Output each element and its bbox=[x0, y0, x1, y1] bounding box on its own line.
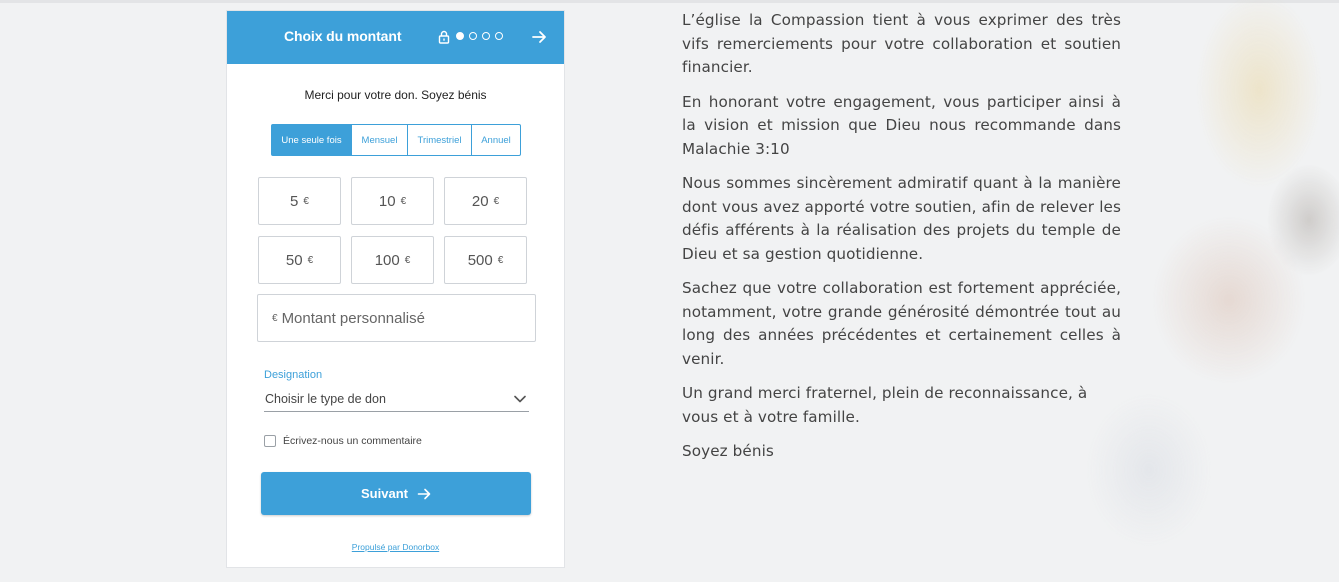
amount-option[interactable]: 20 € bbox=[444, 177, 527, 225]
step-indicator bbox=[456, 32, 503, 40]
widget-header: Choix du montant bbox=[227, 11, 564, 64]
custom-amount-placeholder: Montant personnalisé bbox=[281, 309, 425, 327]
frequency-option[interactable]: Annuel bbox=[472, 125, 520, 155]
amount-currency: € bbox=[404, 254, 411, 266]
step-dot bbox=[495, 32, 503, 40]
frequency-option[interactable]: Une seule fois bbox=[272, 125, 352, 155]
amount-option[interactable]: 10 € bbox=[351, 177, 434, 225]
amount-option[interactable]: 100 € bbox=[351, 236, 434, 284]
powered-by-link[interactable]: Propulsé par Donorbox bbox=[227, 542, 564, 552]
amount-value: 50 bbox=[285, 251, 303, 269]
amount-grid: 5 €10 €20 €50 €100 €500 € bbox=[258, 177, 527, 284]
message-paragraph: En honorant votre engagement, vous parti… bbox=[682, 92, 1121, 158]
step-dot bbox=[482, 32, 490, 40]
amount-value: 500 bbox=[467, 251, 493, 269]
step-dot bbox=[456, 32, 464, 40]
comment-checkbox[interactable] bbox=[264, 435, 276, 447]
frequency-selector: Une seule fois Mensuel Trimestriel Annuel bbox=[271, 124, 521, 156]
comment-option[interactable]: Écrivez-nous un commentaire bbox=[264, 435, 422, 447]
chevron-down-icon bbox=[514, 395, 526, 403]
custom-amount-input[interactable]: € Montant personnalisé bbox=[257, 294, 536, 342]
amount-value: 5 bbox=[290, 192, 299, 210]
designation-select[interactable]: Choisir le type de don bbox=[264, 389, 529, 412]
frequency-option[interactable]: Mensuel bbox=[352, 125, 408, 155]
message-paragraph: Sachez que votre collaboration est forte… bbox=[682, 279, 1121, 368]
frequency-option[interactable]: Trimestriel bbox=[408, 125, 472, 155]
comment-label: Écrivez-nous un commentaire bbox=[283, 435, 422, 447]
lock-icon bbox=[438, 30, 450, 44]
message-paragraph: Soyez bénis bbox=[682, 442, 774, 460]
amount-currency: € bbox=[493, 195, 500, 207]
thank-you-message: L’église la Compassion tient à vous expr… bbox=[682, 9, 1121, 475]
currency-symbol: € bbox=[272, 312, 278, 324]
amount-value: 10 bbox=[378, 192, 396, 210]
arrow-right-icon bbox=[417, 488, 431, 499]
donation-widget: Choix du montant Merci pour votre don. S… bbox=[226, 10, 565, 568]
designation-label: Designation bbox=[264, 369, 323, 381]
amount-option[interactable]: 50 € bbox=[258, 236, 341, 284]
amount-currency: € bbox=[400, 195, 407, 207]
amount-value: 100 bbox=[374, 251, 400, 269]
amount-value: 20 bbox=[471, 192, 489, 210]
amount-currency: € bbox=[303, 195, 309, 207]
amount-option[interactable]: 5 € bbox=[258, 177, 341, 225]
amount-option[interactable]: 500 € bbox=[444, 236, 527, 284]
next-step-arrow-icon[interactable] bbox=[531, 29, 547, 45]
widget-title: Choix du montant bbox=[284, 28, 402, 44]
message-paragraph: Un grand merci fraternel, plein de recon… bbox=[682, 384, 1088, 426]
amount-currency: € bbox=[497, 254, 504, 266]
message-paragraph: Nous sommes sincèrement admiratif quant … bbox=[682, 174, 1121, 263]
next-button-label: Suivant bbox=[361, 486, 408, 501]
next-button[interactable]: Suivant bbox=[261, 472, 531, 515]
message-paragraph: L’église la Compassion tient à vous expr… bbox=[682, 11, 1121, 76]
designation-value: Choisir le type de don bbox=[265, 392, 386, 406]
step-dot bbox=[469, 32, 477, 40]
amount-currency: € bbox=[307, 254, 314, 266]
thanks-message: Merci pour votre don. Soyez bénis bbox=[304, 88, 487, 102]
